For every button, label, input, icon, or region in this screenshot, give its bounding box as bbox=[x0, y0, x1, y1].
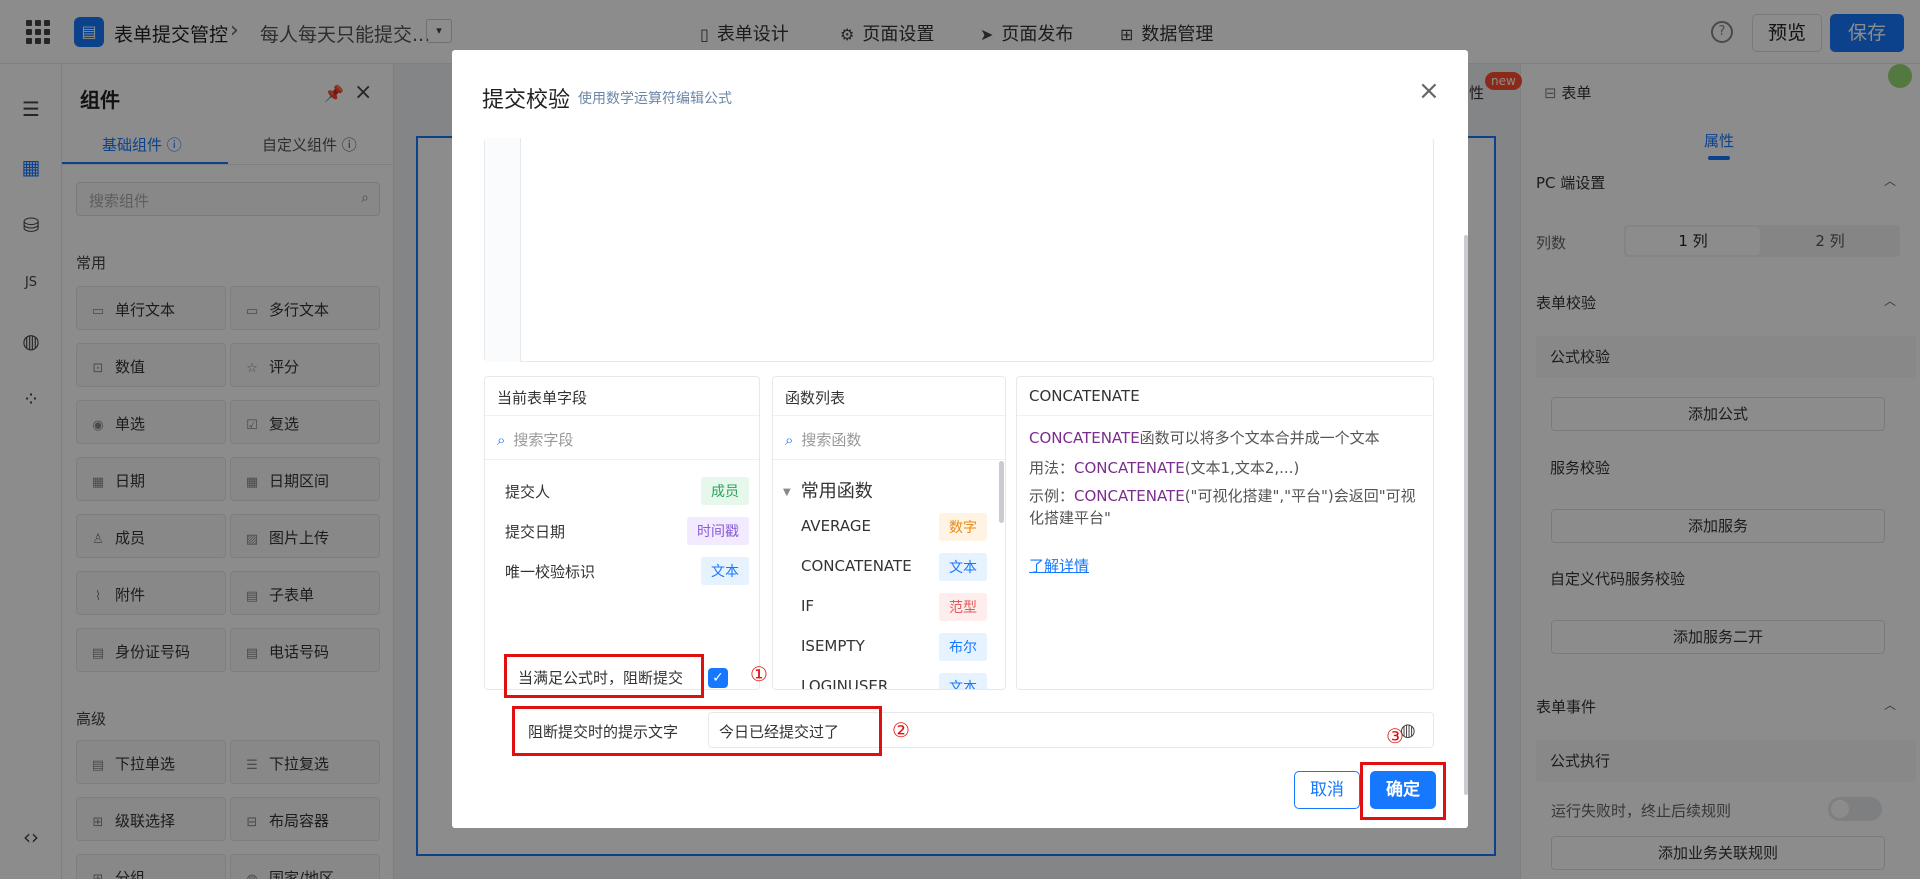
function-row[interactable]: IF bbox=[801, 597, 814, 615]
functions-pane: 函数列表 ⌕ 搜索函数 ▼ 常用函数 AVERAGE 数字 CONCATENATE 文本 I… bbox=[772, 376, 1006, 690]
block-submit-label: 当满足公式时，阻断提交 bbox=[518, 669, 684, 687]
function-type-badge: 文本 bbox=[939, 553, 987, 581]
divider bbox=[773, 415, 1005, 416]
submit-validation-dialog: 提交校验 使用数学运算符编辑公式 × 当前表单字段 ⌕ 搜索字段 提交人 成员提交日… bbox=[452, 50, 1468, 828]
usage-text: 用法：CONCATENATE(文本1,文本2,...) bbox=[1029, 459, 1300, 477]
function-group-common[interactable]: ▼ 常用函数 bbox=[783, 477, 873, 503]
search-icon: ⌕ bbox=[497, 431, 506, 449]
field-type-badge: 成员 bbox=[701, 477, 749, 505]
highlight-box-3 bbox=[1360, 762, 1446, 820]
field-search-input[interactable]: ⌕ 搜索字段 bbox=[497, 429, 573, 450]
formula-editor[interactable] bbox=[484, 138, 1434, 362]
function-type-badge: 数字 bbox=[939, 513, 987, 541]
marker-2: ② bbox=[892, 718, 910, 742]
functions-scrollbar[interactable] bbox=[999, 461, 1004, 523]
description-text: CONCATENATE函数可以将多个文本合并成一个文本 bbox=[1029, 429, 1380, 447]
function-search-input[interactable]: ⌕ 搜索函数 bbox=[785, 429, 861, 450]
divider bbox=[485, 459, 759, 460]
function-row[interactable]: ISEMPTY bbox=[801, 637, 865, 655]
functions-pane-header: 函数列表 bbox=[785, 389, 846, 407]
function-type-badge: 布尔 bbox=[939, 633, 987, 661]
dialog-scrollbar[interactable] bbox=[1464, 235, 1468, 795]
caret-down-icon: ▼ bbox=[783, 486, 791, 498]
search-icon: ⌕ bbox=[785, 431, 794, 449]
editor-gutter bbox=[485, 138, 521, 362]
divider bbox=[485, 415, 759, 416]
function-type-badge: 文本 bbox=[939, 673, 987, 689]
learn-more-link[interactable]: 了解详情 bbox=[1029, 555, 1089, 576]
dialog-subtitle: 使用数学运算符编辑公式 bbox=[578, 91, 732, 107]
field-row[interactable]: 唯一校验标识 bbox=[505, 561, 595, 582]
close-icon[interactable]: × bbox=[1418, 76, 1440, 106]
field-type-badge: 时间戳 bbox=[687, 517, 749, 545]
block-tip-label: 阻断提交时的提示文字 bbox=[528, 723, 679, 741]
marker-1: ① bbox=[750, 662, 768, 686]
description-header: CONCATENATE bbox=[1029, 387, 1140, 405]
field-type-badge: 文本 bbox=[701, 557, 749, 585]
cancel-button[interactable]: 取消 bbox=[1294, 771, 1360, 809]
field-row[interactable]: 提交人 bbox=[505, 481, 550, 502]
fields-pane-header: 当前表单字段 bbox=[497, 389, 588, 407]
function-row[interactable]: LOGINUSER bbox=[801, 677, 888, 689]
function-row[interactable]: CONCATENATE bbox=[801, 557, 912, 575]
block-submit-checkbox[interactable]: ✓ bbox=[708, 668, 728, 688]
function-row[interactable]: AVERAGE bbox=[801, 517, 871, 535]
field-row[interactable]: 提交日期 bbox=[505, 521, 565, 542]
function-type-badge: 范型 bbox=[939, 593, 987, 621]
marker-3: ③ bbox=[1386, 724, 1404, 748]
divider bbox=[1017, 415, 1433, 416]
function-description-pane: CONCATENATE CONCATENATE函数可以将多个文本合并成一个文本 … bbox=[1016, 376, 1434, 690]
dialog-title: 提交校验 bbox=[482, 88, 571, 113]
divider bbox=[773, 459, 1005, 460]
fields-pane: 当前表单字段 ⌕ 搜索字段 提交人 成员提交日期 时间戳唯一校验标识 文本 bbox=[484, 376, 760, 690]
example-text: 示例：CONCATENATE("可视化搭建","平台")会返回"可视化搭建平台" bbox=[1029, 487, 1416, 527]
